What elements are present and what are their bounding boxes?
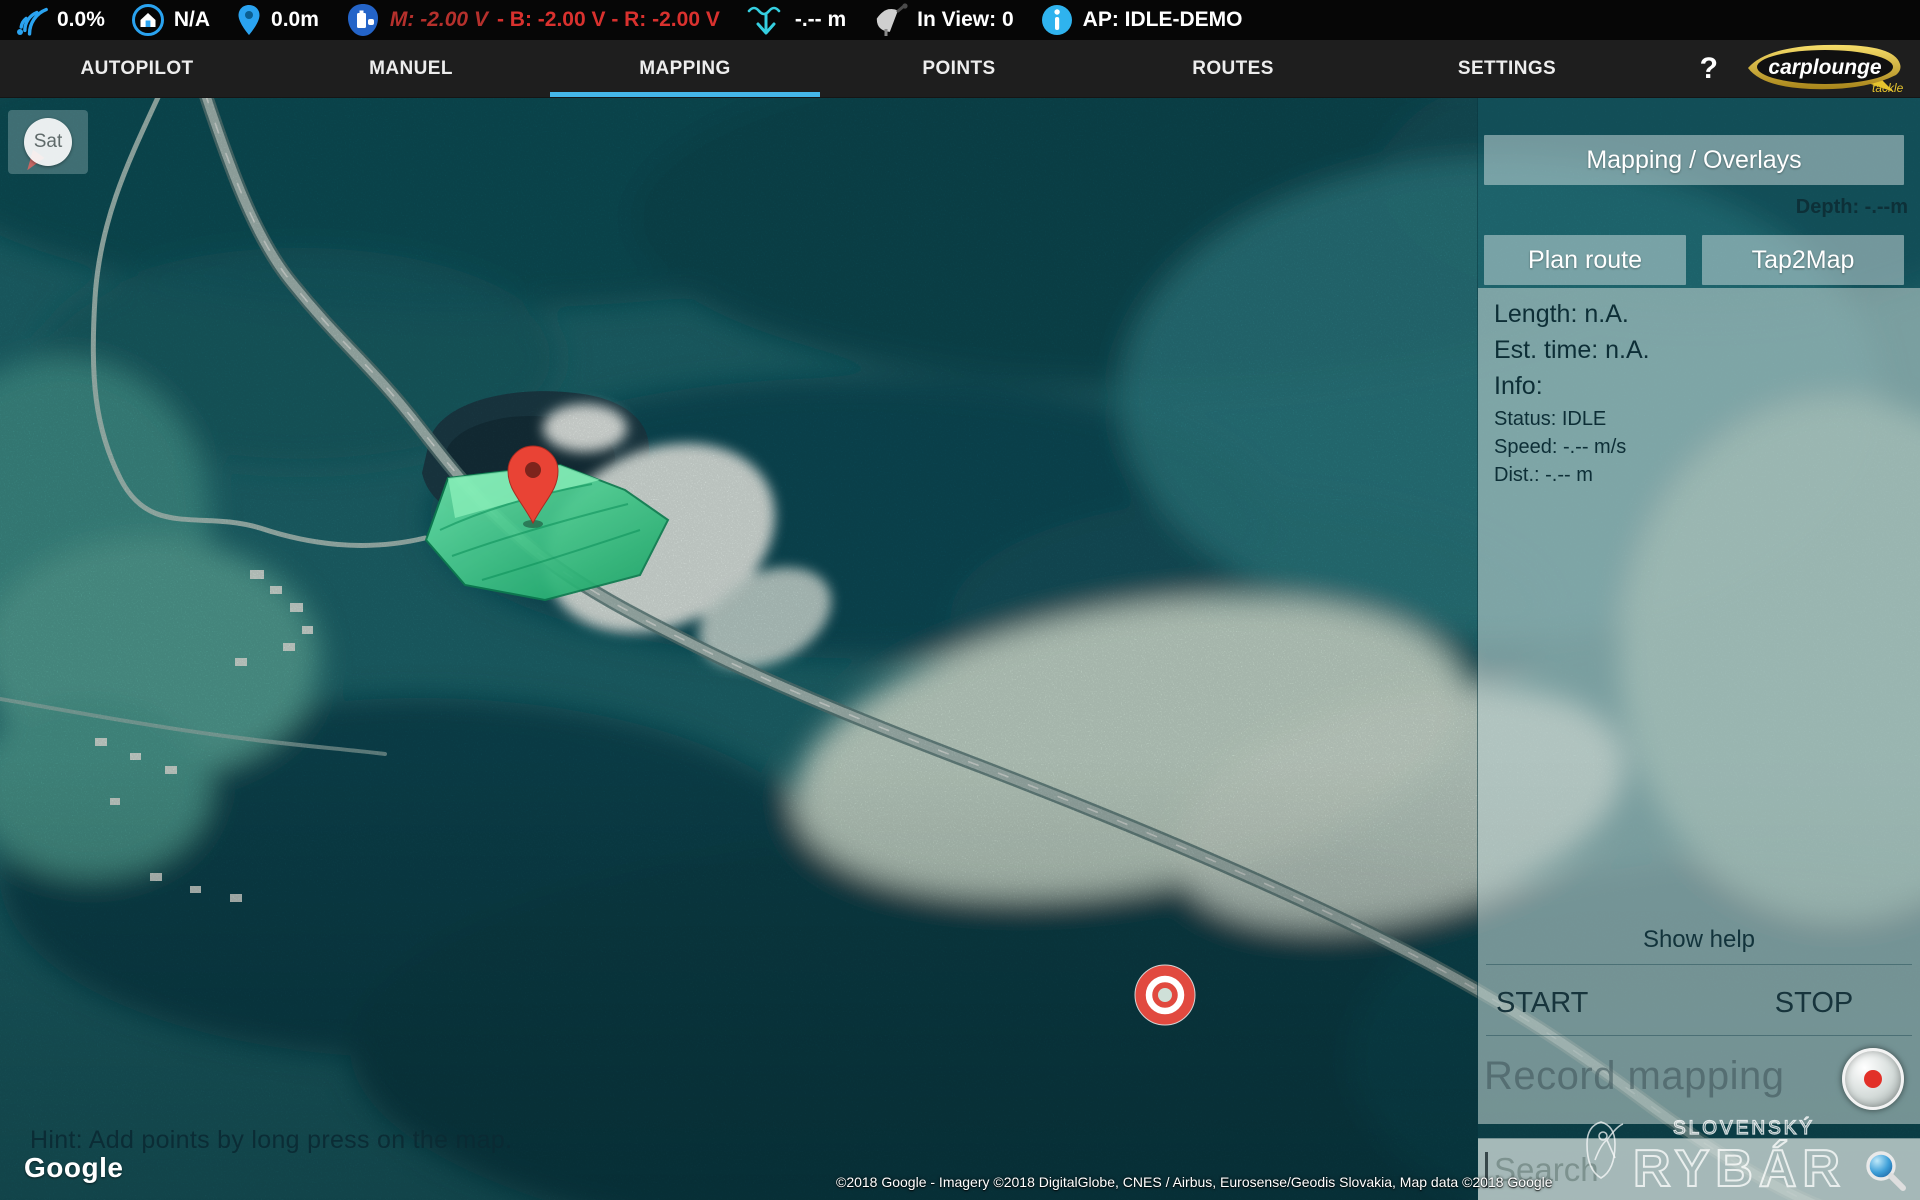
location-pin-icon bbox=[236, 3, 262, 37]
mapping-panel: Mapping / Overlays Depth: -.--m Plan rou… bbox=[1477, 98, 1920, 1200]
depth-sounder-icon bbox=[746, 3, 786, 37]
tab-autopilot[interactable]: AUTOPILOT bbox=[0, 40, 274, 97]
start-button[interactable]: START bbox=[1478, 987, 1708, 1020]
search-icon[interactable] bbox=[1862, 1147, 1908, 1193]
panel-top: Mapping / Overlays Depth: -.--m Plan rou… bbox=[1478, 98, 1920, 288]
map-hint: Hint: Add points by long press on the ma… bbox=[30, 1126, 512, 1155]
depth-readout: Depth: -.--m bbox=[1796, 196, 1908, 219]
dist-readout: Dist.: -.-- m bbox=[1494, 464, 1650, 487]
depth-status: -.-- m bbox=[746, 3, 846, 37]
signal-status: 0.0% bbox=[14, 4, 105, 36]
search-bar bbox=[1478, 1138, 1920, 1200]
show-help-button[interactable]: Show help bbox=[1478, 926, 1920, 954]
mapping-overlays-button[interactable]: Mapping / Overlays bbox=[1484, 135, 1904, 185]
map-attribution: ©2018 Google - Imagery ©2018 DigitalGlob… bbox=[836, 1174, 1553, 1190]
tap2map-button[interactable]: Tap2Map bbox=[1702, 235, 1904, 285]
voltage-main: M: -2.00 V bbox=[390, 8, 488, 32]
map-type-button[interactable]: Sat bbox=[8, 110, 88, 174]
help-button[interactable]: ? bbox=[1700, 52, 1718, 86]
tab-routes[interactable]: ROUTES bbox=[1096, 40, 1370, 97]
plan-route-button[interactable]: Plan route bbox=[1484, 235, 1686, 285]
home-value: N/A bbox=[174, 8, 210, 32]
main-nav: AUTOPILOT MANUEL MAPPING POINTS ROUTES S… bbox=[0, 40, 1920, 98]
home-status: N/A bbox=[131, 3, 210, 37]
gps-status: In View: 0 bbox=[872, 3, 1013, 37]
divider bbox=[1486, 1035, 1912, 1036]
record-button[interactable] bbox=[1842, 1048, 1904, 1110]
depth-value: -.-- m bbox=[795, 8, 846, 32]
tab-points[interactable]: POINTS bbox=[822, 40, 1096, 97]
svg-text:tackle: tackle bbox=[1872, 81, 1904, 95]
record-mapping-label: Record mapping bbox=[1484, 1054, 1785, 1099]
altitude-value: 0.0m bbox=[271, 8, 319, 32]
wifi-icon bbox=[14, 4, 48, 36]
home-icon bbox=[131, 3, 165, 37]
route-est-time: Est. time: n.A. bbox=[1494, 336, 1650, 365]
divider bbox=[1486, 964, 1912, 965]
info-icon bbox=[1040, 3, 1074, 37]
tab-settings[interactable]: SETTINGS bbox=[1370, 40, 1644, 97]
signal-value: 0.0% bbox=[57, 8, 105, 32]
route-length: Length: n.A. bbox=[1494, 300, 1650, 329]
google-logo: Google bbox=[24, 1152, 123, 1184]
voltage-rest: - B: -2.00 V - R: -2.00 V bbox=[497, 8, 720, 32]
map-type-label: Sat bbox=[24, 118, 72, 166]
status-readout: Status: IDLE bbox=[1494, 408, 1650, 431]
tab-mapping[interactable]: MAPPING bbox=[548, 40, 822, 97]
stop-button[interactable]: STOP bbox=[1708, 987, 1920, 1020]
speed-readout: Speed: -.-- m/s bbox=[1494, 436, 1650, 459]
battery-icon bbox=[345, 2, 381, 38]
gps-in-view: In View: 0 bbox=[917, 8, 1013, 32]
boat-position-marker[interactable] bbox=[1135, 965, 1195, 1025]
info-label: Info: bbox=[1494, 372, 1650, 401]
status-bar: 0.0% N/A 0.0m M: -2.00 V - B: -2.00 V - … bbox=[0, 0, 1920, 40]
svg-text:carplounge: carplounge bbox=[1768, 56, 1882, 79]
carplounge-logo: carplounge tackle bbox=[1744, 42, 1904, 96]
satellite-dish-icon bbox=[872, 3, 908, 37]
ap-status: AP: IDLE-DEMO bbox=[1040, 3, 1243, 37]
tab-manuel[interactable]: MANUEL bbox=[274, 40, 548, 97]
panel-info: Length: n.A. Est. time: n.A. Info: Statu… bbox=[1478, 288, 1920, 1124]
altitude-status: 0.0m bbox=[236, 3, 319, 37]
voltage-status: M: -2.00 V - B: -2.00 V - R: -2.00 V bbox=[345, 2, 720, 38]
ap-value: AP: IDLE-DEMO bbox=[1083, 8, 1243, 32]
